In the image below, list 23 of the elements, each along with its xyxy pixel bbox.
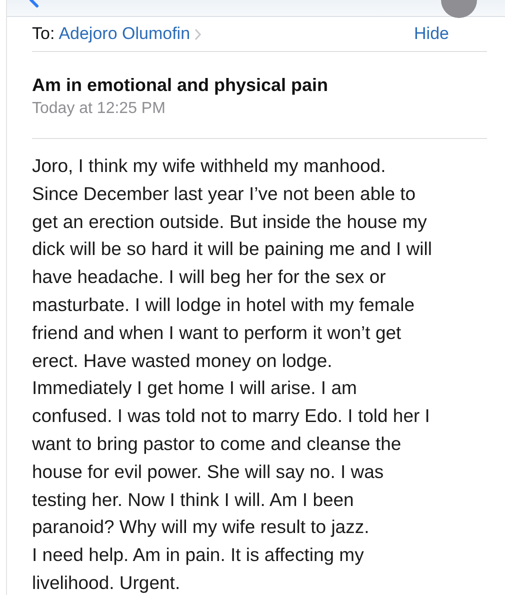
- email-body-line: confused. I was told not to marry Edo. I told her I: [32, 404, 431, 428]
- email-body-line: Joro, I think my wife withheld my manhood.: [32, 154, 387, 178]
- email-body-line: paranoid? Why will my wife result to jazz.: [32, 515, 370, 540]
- email-body-line: testing her. Now I think I will. Am I been: [32, 488, 355, 512]
- email-date: Today at 12:25 PM: [32, 100, 166, 118]
- email-body-line: masturbate. I will lodge in hotel with my female: [32, 292, 416, 317]
- email-body-line: Since December last year I’ve not been able to: [32, 182, 417, 206]
- recipient-link[interactable]: Adejoro Olumofin: [58, 24, 190, 44]
- email-body-line: house for evil power. She will say no. I was: [32, 460, 385, 484]
- email-body-line: livelihood. Urgent.: [32, 570, 182, 595]
- email-body-line: get an erection outside. But inside the house my: [32, 210, 428, 234]
- email-subject: Am in emotional and physical pain: [32, 75, 330, 96]
- email-body-line: want to bring pastor to come and cleanse the: [32, 432, 402, 456]
- email-body-line: Immediately I get home I will arise. I am: [32, 376, 358, 400]
- email-body-line: dick will be so hard it will be paining me and I will: [32, 237, 433, 262]
- email-body-line: erect. Have wasted money on lodge.: [32, 348, 334, 373]
- email-body-line: friend and when I want to perform it won’t get: [32, 320, 402, 345]
- chevron-right-icon: [194, 28, 202, 40]
- email-body-line: have headache. I will beg her for the sex or: [32, 265, 387, 290]
- hide-link[interactable]: Hide: [414, 24, 449, 44]
- email-body-line: I need help. Am in pain. It is affecting my: [32, 543, 365, 568]
- to-label: To:: [32, 24, 55, 44]
- back-chevron-icon[interactable]: [29, 0, 41, 8]
